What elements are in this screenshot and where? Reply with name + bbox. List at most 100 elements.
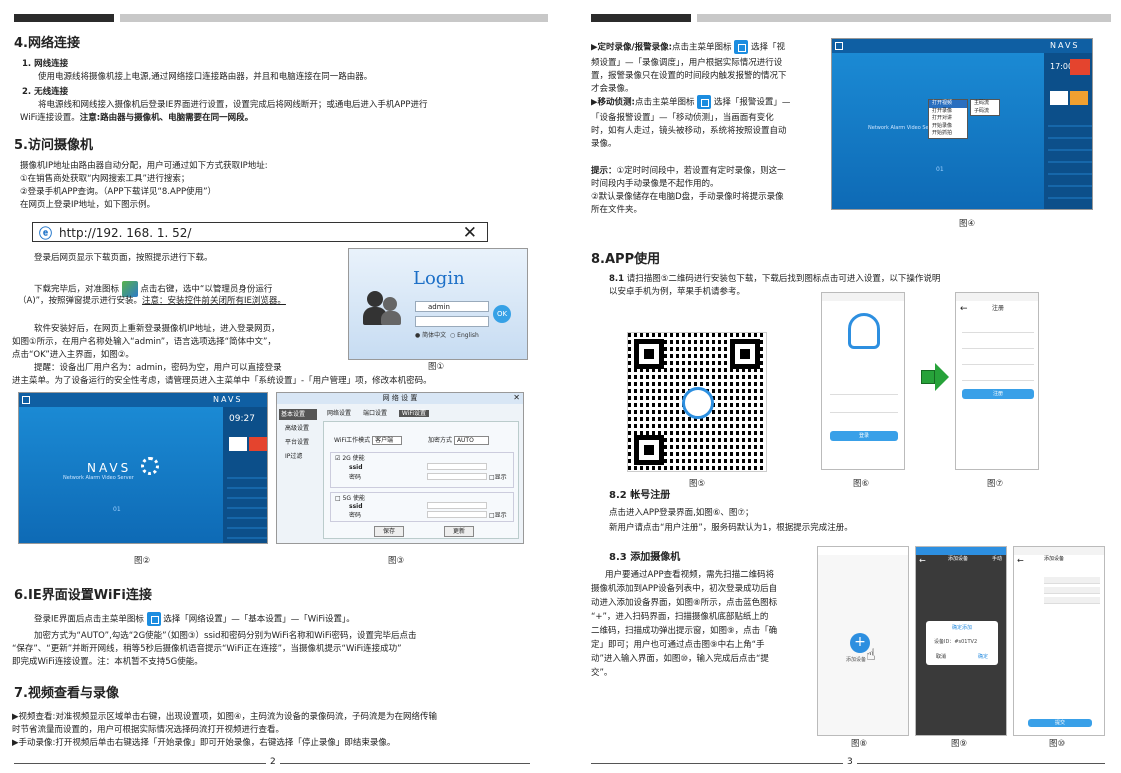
wifi-panel: WiFi工作模式 客户端 加密方式 AUTO ☑ 2G 使能 ssid 密码 □…	[323, 421, 519, 539]
wifi-mode-select[interactable]: 客户端	[372, 436, 403, 445]
ie-icon: ⓔ	[39, 227, 53, 242]
left-page-number: 2	[266, 756, 280, 770]
navs-tile-home-2[interactable]	[1070, 59, 1090, 75]
wifi-menu-platform[interactable]: 平台设置	[279, 437, 317, 448]
navs-tile-controls-2	[1048, 115, 1092, 205]
login-line-1: 软件安装好后，在网页上重新登录摄像机IP地址，进入登录网页，	[34, 324, 280, 334]
qr-code	[627, 332, 767, 472]
navs-tile-controls	[227, 469, 267, 539]
ctx-main-stream[interactable]: 主码流	[971, 100, 999, 108]
reg-field-1[interactable]	[962, 323, 1034, 333]
wifi-5g-checkbox[interactable]: □	[335, 495, 341, 502]
context-menu: 打开视频 打开录像 打开对讲 开始录像 开始抓拍	[928, 99, 968, 139]
login-screenshot: Login admin OK ● 简体中文 ○ English	[348, 248, 528, 360]
tab-port[interactable]: 端口设置	[363, 410, 387, 417]
wifi-menu-basic[interactable]: 基本设置	[279, 409, 317, 420]
back-arrow-icon[interactable]: ←	[960, 303, 968, 317]
video-line-3: ▶手动录像:打开视频后单击右键选择「开始录像」即可开始录像，右键选择「停止录像」…	[12, 738, 396, 748]
navs-channel-2: 01	[936, 166, 944, 173]
wifi-5g-ssid-input[interactable]	[427, 502, 487, 509]
wifi-2g-checkbox[interactable]: ☑	[335, 455, 340, 462]
figure-3-caption: 图③	[388, 556, 405, 566]
tip-line-2: 时间段内手动录像是不起作用的。	[591, 179, 719, 189]
figure-2-caption: 图②	[134, 556, 151, 566]
scan-back-icon[interactable]: ←	[919, 555, 926, 567]
submit-button[interactable]: 提交	[1028, 719, 1092, 727]
tab-network[interactable]: 网络设置	[327, 410, 351, 417]
navs-tile-home[interactable]	[249, 437, 267, 451]
app-register-button[interactable]: 注册	[962, 389, 1034, 399]
ctx-sub-stream[interactable]: 子码流	[971, 108, 999, 116]
browser-address-bar[interactable]: ⓔ http://192. 168. 1. 52/ ✕	[32, 222, 488, 243]
motion-line-4: 录像。	[591, 139, 617, 149]
navs-tile-alarm-2[interactable]	[1070, 91, 1088, 105]
navs-tile-playback[interactable]	[229, 437, 247, 451]
wifi-2g-ssid-input[interactable]	[427, 463, 487, 470]
right-page: ▶定时录像/报警录像:点击主菜单图标 选择「视 频设置」—「录像调度」，用户根据…	[561, 0, 1121, 773]
wifi-menu-ipfilter[interactable]: IP过滤	[279, 451, 317, 462]
wifi-2g-pwd-label: 密码	[349, 474, 362, 481]
input-field-2[interactable]	[1044, 587, 1100, 594]
download-hint: 登录后网页显示下载页面，按照提示进行下载。	[34, 253, 213, 263]
main-menu-icon	[146, 612, 161, 626]
password-field[interactable]	[415, 316, 489, 327]
confirm-cancel-button[interactable]: 取消	[936, 654, 946, 662]
ctx-open-video[interactable]: 打开视频	[929, 100, 967, 108]
wifi-5g-pwd-input[interactable]	[427, 511, 487, 518]
wifi-2g-ssid-label: ssid	[349, 464, 363, 471]
wireless-body-a: 将电源线和网线接入摄像机后登录IE界面进行设置，设置完成后将网线断开；或通电后进…	[38, 100, 428, 110]
input-field-3[interactable]	[1044, 597, 1100, 604]
reel-icon	[141, 457, 159, 475]
wifi-update-button[interactable]: 更新	[444, 526, 475, 537]
navs-menu-icon-2[interactable]	[835, 42, 843, 50]
section-5-title: 5.访问摄像机	[14, 138, 93, 153]
tip-line-3: ②默认录像储存在电脑D盘，手动录像时将提示录像	[591, 192, 784, 202]
input-field-1[interactable]	[1044, 577, 1100, 584]
wifi-2g-pwd-input[interactable]	[427, 473, 487, 480]
right-page-number: 3	[843, 756, 857, 770]
wifi-enc-select[interactable]: AUTO	[453, 436, 489, 445]
wifi-mode-label: WiFi工作模式	[334, 437, 371, 444]
confirm-title: 确定添加	[951, 625, 972, 631]
wifi-tabs: 网络设置 端口设置 WiFi设置	[327, 409, 430, 418]
tip-line-4: 所在文件夹。	[591, 205, 643, 215]
navs-menu-icon[interactable]	[22, 396, 30, 404]
app-user-field[interactable]	[830, 385, 898, 395]
wifi-5g-group: □ 5G 使能 ssid 密码 □显示	[330, 492, 514, 522]
wifi-menu-advanced[interactable]: 高级设置	[279, 423, 317, 434]
main-menu-icon-2	[734, 40, 749, 54]
ctx-open-record[interactable]: 打开录像	[929, 108, 967, 116]
reg-field-4[interactable]	[962, 371, 1034, 381]
scan-title: 添加设备	[948, 556, 969, 562]
figure-6-caption: 图⑥	[853, 479, 870, 489]
close-icon[interactable]: ✕	[463, 221, 477, 247]
ctx-start-record[interactable]: 开始录像	[929, 123, 967, 131]
wifi-dialog-title: 网 络 设 置	[277, 393, 523, 404]
ctx-open-talk[interactable]: 打开对讲	[929, 115, 967, 123]
ok-button[interactable]: OK	[493, 305, 511, 323]
app-logo-icon-2	[848, 313, 880, 349]
tab-wifi[interactable]: WiFi设置	[398, 410, 430, 417]
app-login-button[interactable]: 登录	[830, 431, 898, 441]
main-menu-icon-3	[697, 95, 712, 109]
wired-body: 使用电源线将摄像机接上电源,通过网络接口连接路由器，并且和电脑连接在同一路由器。	[38, 72, 373, 82]
username-field[interactable]: admin	[415, 301, 489, 312]
app-input-phone: ← 添加设备 提交	[1013, 546, 1105, 736]
ctx-start-capture[interactable]: 开始抓拍	[929, 130, 967, 138]
lang-english-radio[interactable]: ○ English	[450, 332, 479, 339]
language-options: ● 简体中文 ○ English	[415, 331, 479, 340]
section-6-title: 6.IE界面设置WiFi连接	[14, 588, 152, 603]
app-pwd-field[interactable]	[830, 403, 898, 413]
figure-8-caption: 图⑧	[851, 739, 868, 749]
confirm-ok-button[interactable]: 确定	[978, 654, 988, 662]
scan-manual-link[interactable]: 手动	[992, 556, 1002, 564]
section-7-title: 7.视频查看与录像	[14, 686, 119, 701]
reg-field-3[interactable]	[962, 355, 1034, 365]
input-back-icon[interactable]: ←	[1017, 555, 1024, 567]
wifi-dialog-close-icon[interactable]: ✕	[513, 393, 520, 404]
reg-field-2[interactable]	[962, 339, 1034, 349]
wired-title: 1. 网线连接	[22, 59, 69, 69]
wifi-save-button[interactable]: 保存	[374, 526, 405, 537]
lang-chinese-radio[interactable]: ● 简体中文	[415, 332, 446, 339]
navs-tile-playback-2[interactable]	[1050, 91, 1068, 105]
